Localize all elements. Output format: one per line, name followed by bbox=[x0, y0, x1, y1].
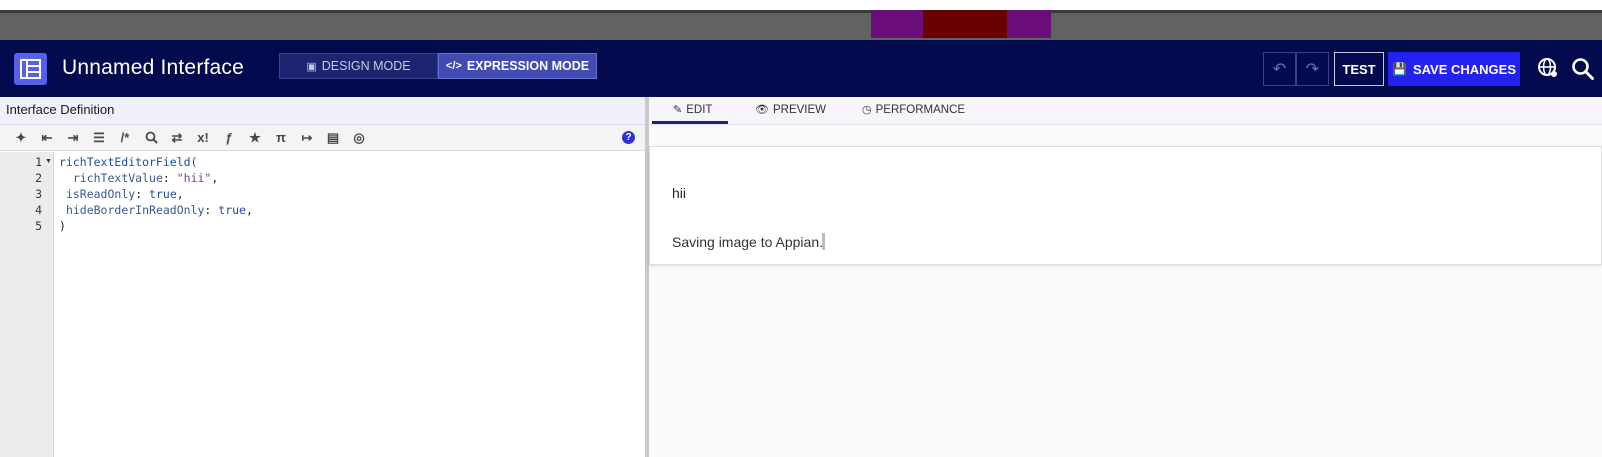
save-icon: 💾 bbox=[1391, 62, 1407, 76]
globe-icon[interactable] bbox=[1537, 57, 1559, 79]
expression-toolbar: ✦ ⇤ ⇥ ☰ /* ⇄ x! ƒ ★ π ↦ ▤ ◎ ? bbox=[0, 125, 647, 151]
interface-icon bbox=[14, 53, 47, 85]
line-number: 1 bbox=[35, 155, 42, 169]
shuffle-icon[interactable]: ⇄ bbox=[164, 128, 190, 148]
star-icon[interactable]: ★ bbox=[242, 128, 268, 148]
tab-performance[interactable]: ◷ PERFORMANCE bbox=[862, 103, 966, 117]
browser-tab[interactable] bbox=[923, 10, 1007, 38]
fold-arrow-icon[interactable]: ▼ bbox=[45, 158, 52, 165]
browser-chrome bbox=[0, 0, 1602, 40]
preview-pane: ✎ EDIT 👁 PREVIEW ◷ PERFORMANCE hii Savin… bbox=[649, 97, 1602, 457]
undo-icon: ↶ bbox=[1272, 61, 1287, 78]
browser-tab-strip bbox=[0, 10, 1602, 40]
tab-label: PERFORMANCE bbox=[875, 103, 966, 116]
rich-text-value: hii bbox=[672, 185, 687, 201]
search-icon[interactable] bbox=[138, 128, 164, 148]
tab-label: PREVIEW bbox=[772, 103, 827, 116]
undo-button[interactable]: ↶ bbox=[1263, 52, 1296, 86]
interface-title: Unnamed Interface bbox=[62, 56, 245, 79]
status-message: Saving image to Appian. bbox=[672, 233, 825, 250]
app-header: Unnamed Interface ▣ DESIGN MODE </> EXPR… bbox=[0, 40, 1602, 97]
active-tab-indicator bbox=[652, 121, 728, 124]
design-mode-label: DESIGN MODE bbox=[321, 59, 411, 73]
rich-text-editor-field[interactable]: hii Saving image to Appian. bbox=[649, 146, 1602, 265]
save-label: SAVE CHANGES bbox=[1412, 61, 1516, 77]
export-icon[interactable]: ↦ bbox=[294, 128, 320, 148]
history-controls: ↶ ↷ bbox=[1263, 52, 1329, 86]
code-line: hideBorderInReadOnly: true, bbox=[65, 203, 253, 217]
code-line: ) bbox=[59, 219, 66, 233]
line-number: 3 bbox=[35, 187, 42, 201]
code-icon: </> bbox=[445, 60, 462, 72]
pi-icon[interactable]: π bbox=[268, 128, 294, 148]
function-icon[interactable]: ƒ bbox=[216, 128, 242, 148]
line-number: 5 bbox=[35, 219, 42, 233]
x1-icon[interactable]: x! bbox=[190, 128, 216, 148]
indent-icon[interactable]: ⇥ bbox=[60, 128, 86, 148]
text-cursor bbox=[822, 233, 825, 250]
preview-tabs: ✎ EDIT 👁 PREVIEW ◷ PERFORMANCE bbox=[649, 97, 1602, 125]
tab-preview[interactable]: 👁 PREVIEW bbox=[755, 103, 827, 117]
interface-definition-pane: Interface Definition ✦ ⇤ ⇥ ☰ /* ⇄ x! ƒ ★… bbox=[0, 97, 647, 457]
wand-icon[interactable]: ✦ bbox=[8, 128, 34, 148]
test-button[interactable]: TEST bbox=[1334, 52, 1384, 86]
format-list-icon[interactable]: ☰ bbox=[86, 128, 112, 148]
code-line: richTextEditorField( bbox=[59, 155, 198, 169]
outdent-icon[interactable]: ⇤ bbox=[34, 128, 60, 148]
line-number-gutter: 1 ▼ 2 3 4 5 bbox=[0, 152, 54, 457]
pane-title: Interface Definition bbox=[0, 97, 647, 125]
tab-edit[interactable]: ✎ EDIT bbox=[673, 103, 713, 117]
save-changes-button[interactable]: 💾 SAVE CHANGES bbox=[1388, 52, 1520, 86]
code-line: richTextValue: "hii", bbox=[72, 171, 219, 185]
code-line: isReadOnly: true, bbox=[65, 187, 184, 201]
browser-tab[interactable] bbox=[1007, 10, 1051, 38]
globe-icon[interactable]: ◎ bbox=[346, 128, 372, 148]
edit-icon: ✎ bbox=[673, 104, 683, 116]
query-icon[interactable]: ▤ bbox=[320, 128, 346, 148]
browser-tab[interactable] bbox=[871, 10, 923, 38]
line-number: 4 bbox=[35, 203, 42, 217]
clock-icon: ◷ bbox=[862, 104, 872, 116]
redo-icon: ↷ bbox=[1305, 61, 1320, 78]
redo-button[interactable]: ↷ bbox=[1296, 52, 1329, 86]
expression-mode-button[interactable]: </> EXPRESSION MODE bbox=[438, 53, 597, 79]
mode-toggle: ▣ DESIGN MODE </> EXPRESSION MODE bbox=[279, 53, 597, 79]
tab-label: EDIT bbox=[686, 103, 713, 116]
help-icon[interactable]: ? bbox=[622, 131, 635, 144]
expression-mode-label: EXPRESSION MODE bbox=[466, 59, 590, 73]
line-number: 2 bbox=[35, 171, 42, 185]
design-mode-button[interactable]: ▣ DESIGN MODE bbox=[279, 53, 438, 79]
design-mode-icon: ▣ bbox=[306, 60, 317, 73]
eye-icon: 👁 bbox=[755, 104, 769, 116]
comment-icon[interactable]: /* bbox=[112, 128, 138, 148]
search-icon[interactable] bbox=[1571, 57, 1595, 81]
